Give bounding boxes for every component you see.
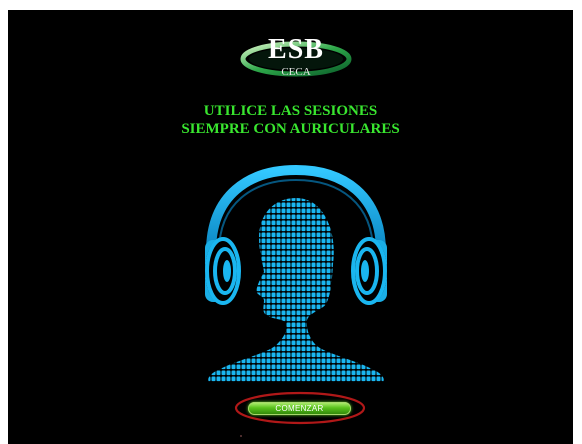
left-earcup (205, 237, 241, 305)
headphones-head-icon (205, 164, 387, 382)
esb-ceca-logo: ESB CECA (240, 35, 352, 85)
headline-line-2: SIEMPRE CON AURICULARES (181, 121, 400, 137)
logo-esb-text: ESB (268, 34, 324, 65)
right-earcup (351, 237, 387, 305)
headline-line-1: UTILICE LAS SESIONES (203, 103, 378, 119)
splash-screen: ESB CECA UTILICE LAS SESIONES SIEMPRE CO… (8, 10, 573, 444)
stray-pixel (240, 435, 242, 437)
start-button[interactable]: COMENZAR (248, 402, 351, 415)
logo-ceca-text: CECA (281, 66, 311, 78)
